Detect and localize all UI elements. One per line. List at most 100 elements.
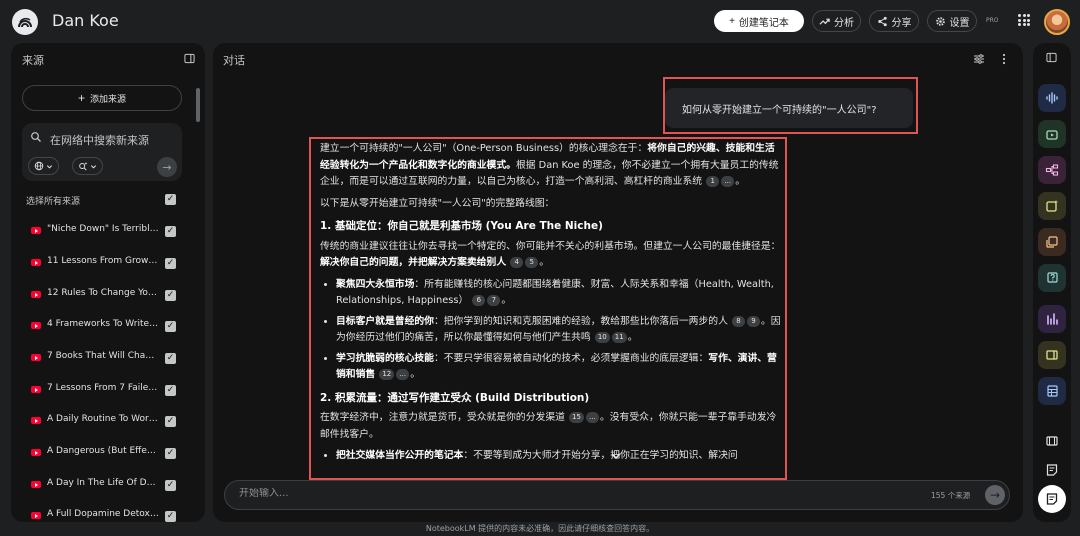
citation-chip[interactable]: 6: [472, 295, 486, 306]
source-item[interactable]: 11 Lessons From Growin... ✓: [11, 254, 205, 274]
citation-chip[interactable]: 4: [510, 257, 524, 268]
collapse-panel-icon[interactable]: [184, 53, 195, 64]
add-source-button[interactable]: + 添加来源: [22, 85, 182, 111]
flashcards-icon: [1046, 236, 1058, 248]
youtube-icon: [31, 354, 41, 361]
video-overview-button[interactable]: [1038, 120, 1066, 148]
notes-button[interactable]: [1038, 456, 1066, 484]
source-checkbox[interactable]: ✓: [165, 258, 176, 269]
select-all-checkbox[interactable]: ✓: [165, 194, 176, 205]
audio-overview-button[interactable]: [1038, 84, 1066, 112]
share-button[interactable]: 分享: [869, 10, 919, 32]
web-source-dropdown[interactable]: [28, 157, 59, 175]
citation-chip[interactable]: ...: [585, 412, 599, 423]
data-table-button[interactable]: [1038, 377, 1066, 405]
share-icon: [877, 16, 887, 26]
mind-map-button[interactable]: [1038, 156, 1066, 184]
sparkle-search-icon: [79, 161, 88, 171]
citation-chip[interactable]: 7: [487, 295, 501, 306]
youtube-icon: [31, 512, 41, 519]
citation-chip[interactable]: 5: [525, 257, 539, 268]
citation-chip[interactable]: ...: [396, 369, 410, 380]
notes-view-button[interactable]: [1038, 427, 1066, 455]
source-checkbox[interactable]: ✓: [165, 290, 176, 301]
source-item[interactable]: 7 Books That Will Chang... ✓: [11, 349, 205, 369]
source-checkbox[interactable]: ✓: [165, 480, 176, 491]
slide-deck-button[interactable]: [1038, 341, 1066, 369]
source-checkbox[interactable]: ✓: [165, 416, 176, 427]
assistant-answer: 建立一个可持续的"一人公司"（One-Person Business）的核心理念…: [320, 141, 782, 483]
citation-chip[interactable]: ...: [721, 176, 735, 187]
mind-map-icon: [1045, 164, 1059, 176]
youtube-icon: [31, 386, 41, 393]
user-message-bubble: 如何从零开始建立一个可持续的"一人公司"?: [665, 88, 913, 128]
flashcards-button[interactable]: [1038, 228, 1066, 256]
chevron-down-icon: [90, 164, 97, 169]
more-vert-icon[interactable]: [999, 53, 1009, 65]
plus-icon: +: [77, 91, 85, 105]
youtube-icon: [31, 322, 41, 329]
citation-chip[interactable]: 12: [379, 369, 395, 380]
source-item[interactable]: A Dangerous (But Effecti... ✓: [11, 444, 205, 464]
answer-paragraph: 传统的商业建议往往让你去寻找一个特定的、你可能并不关心的利基市场。但建立一人公司…: [320, 240, 781, 268]
scrollbar[interactable]: [196, 88, 200, 122]
source-checkbox[interactable]: ✓: [165, 511, 176, 522]
chat-panel: 对话 如何从零开始建立一个可持续的"一人公司"? 建立一个可持续的"一人公司"（…: [213, 43, 1023, 522]
create-notebook-button[interactable]: + 创建笔记本: [714, 10, 804, 32]
chat-title: 对话: [223, 54, 245, 67]
scroll-down-chevron-icon[interactable]: [609, 449, 623, 463]
citation-chip[interactable]: 11: [611, 332, 627, 343]
send-button[interactable]: →: [985, 485, 1005, 505]
table-icon: [1047, 385, 1058, 397]
source-checkbox[interactable]: ✓: [165, 226, 176, 237]
source-checkbox[interactable]: ✓: [165, 353, 176, 364]
analyze-button[interactable]: 分析: [812, 10, 861, 32]
youtube-icon: [31, 481, 41, 488]
quiz-button[interactable]: [1038, 264, 1066, 292]
source-item[interactable]: A Daily Routine To Work ... ✓: [11, 412, 205, 432]
apps-grid-icon[interactable]: [1018, 14, 1030, 26]
tune-icon[interactable]: [973, 53, 985, 65]
settings-button[interactable]: 设置: [927, 10, 977, 32]
reports-button[interactable]: [1038, 192, 1066, 220]
youtube-icon: [31, 227, 41, 234]
sources-panel: 来源 + 添加来源 在网络中搜索新来源 → 选择所有来源 ✓ "Niche Dow…: [11, 43, 205, 522]
chat-composer[interactable]: 155 个来源 →: [224, 480, 1010, 510]
citation-chip[interactable]: 10: [594, 332, 610, 343]
search-submit-button[interactable]: →: [157, 157, 177, 177]
citation-chip[interactable]: 15: [569, 412, 584, 423]
disclaimer-text: NotebookLM 提供的内容未必准确，因此请仔细核查回答内容。: [425, 524, 655, 533]
source-item[interactable]: A Day In The Life Of Dan... ✓: [11, 476, 205, 496]
citation-chip[interactable]: 9: [747, 315, 760, 327]
source-checkbox[interactable]: ✓: [165, 385, 176, 396]
notebook-title[interactable]: Dan Koe: [52, 11, 119, 30]
chat-input[interactable]: [239, 488, 839, 499]
source-checkbox[interactable]: ✓: [165, 448, 176, 459]
source-item[interactable]: 12 Rules To Change Your... ✓: [11, 286, 205, 306]
source-item[interactable]: 7 Lessons From 7 Failed ... ✓: [11, 381, 205, 401]
citation-chip[interactable]: 8: [732, 315, 745, 327]
source-checkbox[interactable]: ✓: [165, 321, 176, 332]
add-note-button[interactable]: [1038, 485, 1066, 513]
research-mode-dropdown[interactable]: [72, 157, 103, 175]
expand-panel-icon[interactable]: [1046, 52, 1057, 63]
source-item[interactable]: "Niche Down" Is Terrible ... ✓: [11, 222, 205, 242]
list-item: 聚焦四大永恒市场：所有能赚钱的核心问题都围绕着健康、财富、人际关系和幸福（Hea…: [336, 277, 782, 310]
source-item[interactable]: 4 Frameworks To Write F... ✓: [11, 317, 205, 337]
notebooklm-logo-icon[interactable]: [12, 9, 38, 35]
answer-paragraph: 以下是从零开始建立可持续"一人公司"的完整路线图：: [320, 197, 555, 209]
arrow-right-icon: →: [162, 160, 172, 174]
citation-chip[interactable]: 1: [706, 176, 720, 187]
search-input[interactable]: 在网络中搜索新来源: [50, 132, 149, 148]
web-search-box[interactable]: 在网络中搜索新来源 →: [22, 123, 182, 181]
infographic-button[interactable]: [1038, 305, 1066, 333]
arrow-right-icon: →: [989, 488, 1001, 502]
trend-icon: [819, 18, 830, 25]
audio-wave-icon: [1046, 92, 1058, 104]
pro-badge: PRO: [986, 17, 999, 24]
avatar[interactable]: [1044, 9, 1070, 35]
answer-list: 把社交媒体当作公开的笔记本：不要等到成为大师才开始分享，把你正在学习的知识、解决…: [320, 448, 782, 465]
youtube-icon: [31, 291, 41, 298]
add-note-icon: [1046, 493, 1058, 505]
source-item[interactable]: A Full Dopamine Detox P... ✓: [11, 507, 205, 522]
